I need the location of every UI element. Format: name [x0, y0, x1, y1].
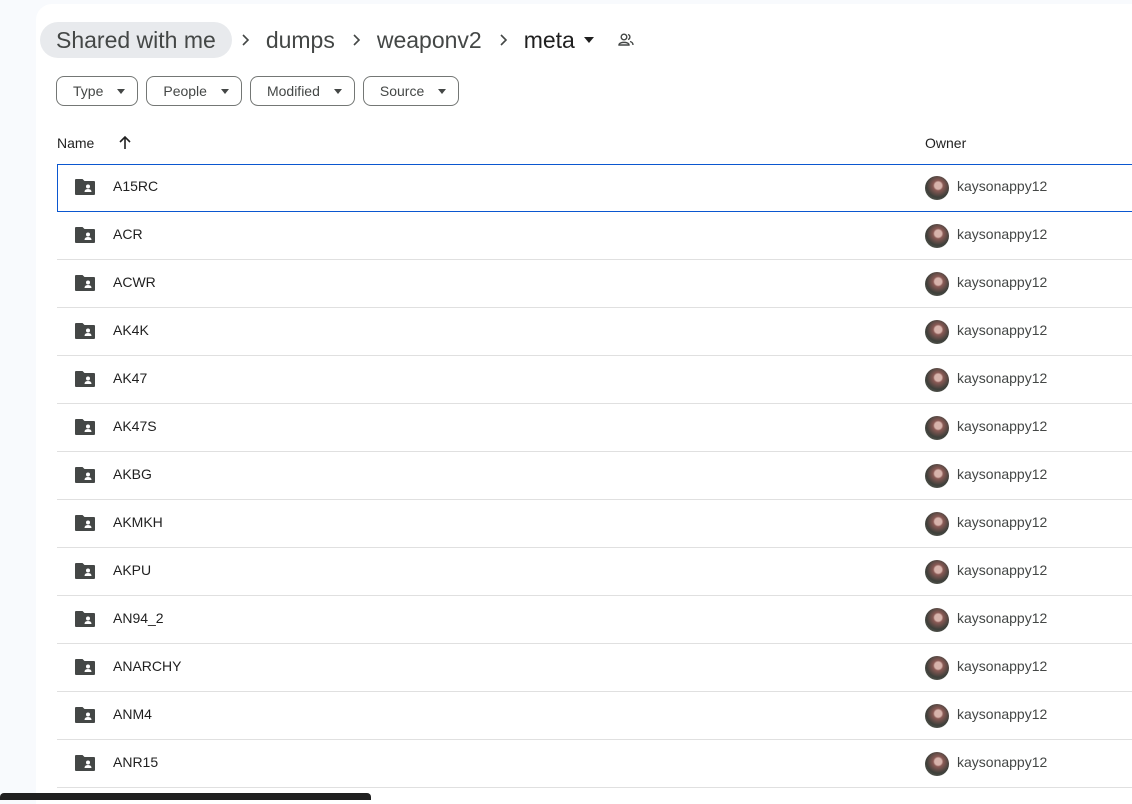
main-panel: Shared with me dumps weaponv2 meta Type — [36, 4, 1132, 804]
owner-name: kaysonappy12 — [957, 178, 1048, 194]
avatar — [925, 560, 949, 584]
table-row[interactable]: A15RC kaysonappy12 — [57, 164, 1132, 212]
table-row[interactable]: ACWR kaysonappy12 — [57, 260, 1132, 308]
caret-down-icon — [583, 37, 594, 43]
owner-name: kaysonappy12 — [957, 562, 1048, 578]
owner-name: kaysonappy12 — [957, 418, 1048, 434]
caret-down-icon — [117, 88, 126, 94]
file-name: ACR — [113, 226, 143, 242]
file-name: AK47S — [113, 418, 157, 434]
file-name: AKBG — [113, 466, 152, 482]
table-row[interactable]: ACR kaysonappy12 — [57, 212, 1132, 260]
owner-name: kaysonappy12 — [957, 514, 1048, 530]
filter-label: Type — [73, 83, 104, 99]
owner-name: kaysonappy12 — [957, 610, 1048, 626]
avatar — [925, 272, 949, 296]
avatar — [925, 416, 949, 440]
caret-down-icon — [333, 88, 342, 94]
shared-folder-icon — [75, 755, 95, 771]
file-name: ANM4 — [113, 706, 152, 722]
column-header-owner: Owner — [925, 135, 967, 151]
table-row[interactable]: AK4K kaysonappy12 — [57, 308, 1132, 356]
breadcrumb: Shared with me dumps weaponv2 meta — [40, 22, 635, 58]
file-name: A15RC — [113, 178, 159, 194]
avatar — [925, 656, 949, 680]
current-folder-label: meta — [523, 27, 575, 53]
owner-name: kaysonappy12 — [957, 226, 1048, 242]
file-name: AKPU — [113, 562, 152, 578]
avatar — [925, 512, 949, 536]
file-name: AN94_2 — [113, 610, 164, 626]
filter-source[interactable]: Source — [362, 76, 460, 106]
breadcrumb-root[interactable]: Shared with me — [40, 22, 232, 58]
filter-modified[interactable]: Modified — [249, 76, 355, 106]
file-name: AKMKH — [113, 514, 163, 530]
owner-name: kaysonappy12 — [957, 322, 1048, 338]
breadcrumb-item-dumps[interactable]: dumps — [258, 22, 343, 58]
column-header-name[interactable]: Name — [57, 135, 94, 151]
file-name: AK4K — [113, 322, 149, 338]
table-row[interactable]: ANR15 kaysonappy12 — [57, 740, 1132, 788]
avatar — [925, 224, 949, 248]
shared-folder-icon — [75, 275, 95, 291]
caret-down-icon — [438, 88, 447, 94]
filter-label: People — [163, 83, 207, 99]
table-row[interactable]: AKMKH kaysonappy12 — [57, 500, 1132, 548]
filter-bar: Type People Modified Source — [56, 76, 460, 106]
file-name: ANR15 — [113, 754, 159, 770]
avatar — [925, 608, 949, 632]
shared-folder-icon — [75, 563, 95, 579]
avatar — [925, 752, 949, 776]
owner-name: kaysonappy12 — [957, 706, 1048, 722]
people-icon[interactable] — [617, 31, 635, 49]
shared-folder-icon — [75, 659, 95, 675]
owner-name: kaysonappy12 — [957, 754, 1048, 770]
chevron-right-icon — [490, 22, 516, 58]
shared-folder-icon — [75, 707, 95, 723]
table-row[interactable]: ANARCHY kaysonappy12 — [57, 644, 1132, 692]
table-row[interactable]: AK47 kaysonappy12 — [57, 356, 1132, 404]
shared-folder-icon — [75, 179, 95, 195]
file-name: AK47 — [113, 370, 148, 386]
filter-label: Modified — [266, 83, 320, 99]
avatar — [925, 464, 949, 488]
caret-down-icon — [220, 88, 229, 94]
avatar — [925, 176, 949, 200]
table-row[interactable]: AN94_2 kaysonappy12 — [57, 596, 1132, 644]
table-row[interactable]: ANM4 kaysonappy12 — [57, 692, 1132, 740]
shared-folder-icon — [75, 611, 95, 627]
file-name: ANARCHY — [113, 658, 182, 674]
filter-label: Source — [379, 83, 425, 99]
horizontal-scrollbar[interactable] — [0, 793, 371, 800]
table-row[interactable]: AKBG kaysonappy12 — [57, 452, 1132, 500]
filter-type[interactable]: Type — [56, 76, 139, 106]
file-name: ACWR — [113, 274, 156, 290]
avatar — [925, 368, 949, 392]
shared-folder-icon — [75, 323, 95, 339]
filter-people[interactable]: People — [146, 76, 242, 106]
shared-folder-icon — [75, 419, 95, 435]
owner-name: kaysonappy12 — [957, 658, 1048, 674]
shared-folder-icon — [75, 371, 95, 387]
breadcrumb-item-weaponv2[interactable]: weaponv2 — [369, 22, 490, 58]
table-row[interactable]: AK47S kaysonappy12 — [57, 404, 1132, 452]
table-header: Name Owner — [57, 130, 1132, 158]
file-list: A15RC kaysonappy12 ACR kaysonappy12 ACWR kays… — [57, 164, 1132, 788]
arrow-up-icon[interactable] — [118, 135, 132, 151]
shared-folder-icon — [75, 467, 95, 483]
breadcrumb-current-folder[interactable]: meta — [516, 22, 599, 58]
shared-folder-icon — [75, 515, 95, 531]
owner-name: kaysonappy12 — [957, 466, 1048, 482]
shared-folder-icon — [75, 227, 95, 243]
chevron-right-icon — [232, 22, 258, 58]
owner-name: kaysonappy12 — [957, 274, 1048, 290]
table-row[interactable]: AKPU kaysonappy12 — [57, 548, 1132, 596]
avatar — [925, 704, 949, 728]
avatar — [925, 320, 949, 344]
owner-name: kaysonappy12 — [957, 370, 1048, 386]
chevron-right-icon — [343, 22, 369, 58]
